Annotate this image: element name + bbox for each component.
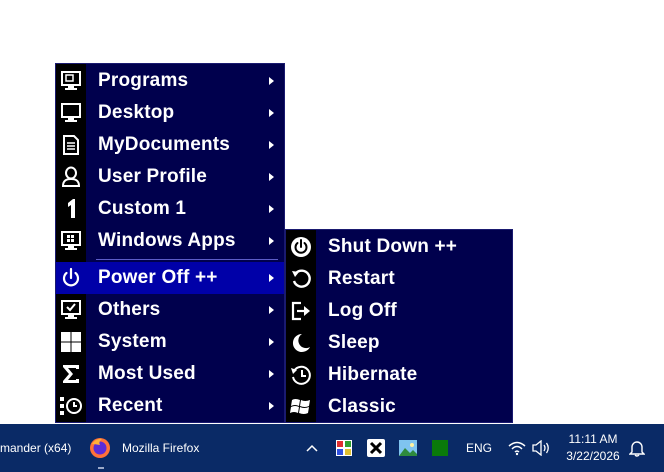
power-icon (56, 262, 86, 294)
moon-icon (286, 327, 316, 359)
submenu-arrow-icon (269, 338, 274, 346)
monitor-icon (56, 97, 86, 129)
submenu-arrow-icon (269, 141, 274, 149)
language-label: ENG (466, 441, 493, 455)
power-icon (286, 231, 316, 263)
submenu-item-label: Restart (328, 268, 395, 289)
menu-item-label: System (98, 331, 167, 352)
submenu-arrow-icon (269, 274, 274, 282)
green-square-tray-icon[interactable] (428, 436, 452, 460)
monitor-check-icon (56, 294, 86, 326)
restart-icon (286, 263, 316, 295)
submenu-item-label: Sleep (328, 332, 380, 353)
chevron-up-icon[interactable] (300, 436, 324, 460)
menu-item-label: MyDocuments (98, 134, 231, 155)
submenu-arrow-icon (269, 77, 274, 85)
menu-item-most-used[interactable]: Most Used (56, 358, 284, 390)
menu-item-label: Desktop (98, 102, 175, 123)
menu-item-desktop[interactable]: Desktop (56, 97, 284, 129)
taskbar-app-label: Mozilla Firefox (122, 441, 200, 455)
taskbar-app-firefox[interactable]: Mozilla Firefox (88, 424, 199, 472)
user-icon (56, 161, 86, 193)
submenu-arrow-icon (269, 306, 274, 314)
menu-item-programs[interactable]: Programs (56, 65, 284, 97)
menu-item-system[interactable]: System (56, 326, 284, 358)
menu-item-user-profile[interactable]: User Profile (56, 161, 284, 193)
document-icon (56, 129, 86, 161)
image-tray-icon[interactable] (396, 436, 420, 460)
clock[interactable]: 11:11 AM 3/22/2026 (560, 431, 626, 465)
submenu-arrow-icon (269, 370, 274, 378)
submenu-item-shut-down[interactable]: Shut Down ++ (286, 231, 512, 263)
menu-item-label: Windows Apps (98, 230, 236, 251)
submenu-item-label: Shut Down ++ (328, 236, 458, 257)
number-one-icon (56, 193, 86, 225)
clock-time: 11:11 AM (568, 432, 618, 446)
windows-logo-icon (56, 326, 86, 358)
sigma-icon (56, 358, 86, 390)
submenu-item-label: Hibernate (328, 364, 418, 385)
menu-item-label: Power Off ++ (98, 267, 218, 288)
hibernate-clock-icon (286, 359, 316, 391)
menu-item-mydocuments[interactable]: MyDocuments (56, 129, 284, 161)
windows-apps-monitor-icon (56, 225, 86, 257)
submenu-item-label: Classic (328, 396, 396, 417)
submenu-item-classic[interactable]: Classic (286, 391, 512, 423)
submenu-arrow-icon (269, 109, 274, 117)
submenu-item-restart[interactable]: Restart (286, 263, 512, 295)
firefox-icon (88, 436, 112, 460)
submenu-item-hibernate[interactable]: Hibernate (286, 359, 512, 391)
menu-item-label: Programs (98, 70, 189, 91)
menu-item-recent[interactable]: Recent (56, 390, 284, 422)
taskbar-running-indicator (98, 467, 104, 469)
clock-date: 3/22/2026 (566, 449, 620, 463)
menu-item-label: Recent (98, 395, 163, 416)
windows-flag-icon (286, 391, 316, 423)
menu-item-others[interactable]: Others (56, 294, 284, 326)
log-off-icon (286, 295, 316, 327)
menu-item-custom-1[interactable]: Custom 1 (56, 193, 284, 225)
submenu-item-log-off[interactable]: Log Off (286, 295, 512, 327)
menu-item-label: User Profile (98, 166, 208, 187)
start-menu: Programs Desktop MyDocuments User Profil… (55, 63, 285, 423)
taskbar: mander (x64) Mozilla Firefox ENG 11:11 A… (0, 424, 664, 472)
recent-clock-icon (56, 390, 86, 422)
close-x-tray-icon[interactable] (364, 436, 388, 460)
taskbar-app-commander[interactable]: mander (x64) (0, 424, 71, 472)
menu-item-power-off[interactable]: Power Off ++ (56, 262, 284, 294)
volume-icon[interactable] (529, 436, 553, 460)
taskbar-app-label: mander (x64) (0, 441, 72, 455)
submenu-arrow-icon (269, 205, 274, 213)
submenu-item-label: Log Off (328, 300, 397, 321)
submenu-item-sleep[interactable]: Sleep (286, 327, 512, 359)
power-submenu: Shut Down ++ Restart Log Off Sleep Hiber… (285, 229, 513, 423)
menu-separator (96, 259, 278, 260)
language-indicator[interactable]: ENG (466, 424, 492, 472)
submenu-arrow-icon (269, 402, 274, 410)
menu-item-label: Most Used (98, 363, 196, 384)
submenu-arrow-icon (269, 237, 274, 245)
menu-item-windows-apps[interactable]: Windows Apps (56, 225, 284, 257)
submenu-arrow-icon (269, 173, 274, 181)
menu-item-label: Custom 1 (98, 198, 187, 219)
menu-item-label: Others (98, 299, 161, 320)
monitor-app-icon (56, 65, 86, 97)
wifi-icon[interactable] (505, 436, 529, 460)
notification-bell-icon[interactable] (625, 436, 649, 460)
tray-app-icon[interactable] (332, 436, 356, 460)
